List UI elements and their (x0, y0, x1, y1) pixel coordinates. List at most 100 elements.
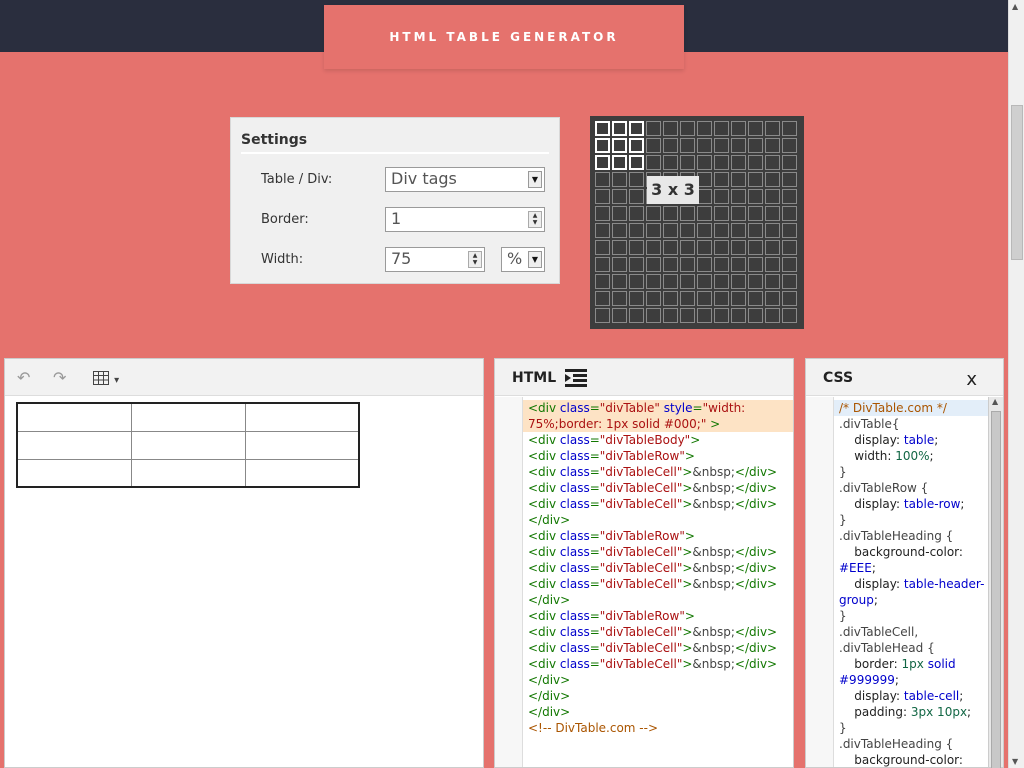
table-cell[interactable] (130, 402, 246, 432)
css-code-line[interactable]: 13.divTableCell, .divTableHead { (834, 624, 988, 656)
grid-cell[interactable] (765, 138, 780, 153)
grid-cell[interactable] (663, 274, 678, 289)
grid-cell[interactable] (765, 155, 780, 170)
grid-cell[interactable] (595, 138, 610, 153)
grid-cell[interactable] (748, 206, 763, 221)
grid-cell[interactable] (629, 121, 644, 136)
grid-cells[interactable] (595, 121, 799, 325)
css-code-line[interactable]: 15 display: table-cell; (834, 688, 988, 704)
grid-cell[interactable] (782, 206, 797, 221)
grid-cell[interactable] (680, 138, 695, 153)
table-cell[interactable] (244, 402, 360, 432)
grid-cell[interactable] (714, 223, 729, 238)
css-code-line[interactable]: 18.divTableHeading { (834, 736, 988, 752)
html-code-line[interactable]: 10<div class="divTableCell">&nbsp;</div> (523, 560, 793, 576)
grid-cell[interactable] (697, 138, 712, 153)
html-code-line[interactable]: 12</div> (523, 592, 793, 608)
grid-cell[interactable] (731, 240, 746, 255)
grid-cell[interactable] (731, 308, 746, 323)
grid-cell[interactable] (680, 240, 695, 255)
css-code-line[interactable]: 3 display: table; (834, 432, 988, 448)
html-code-line[interactable]: 5<div class="divTableCell">&nbsp;</div> (523, 480, 793, 496)
grid-cell[interactable] (680, 121, 695, 136)
html-code-line[interactable]: 17</div> (523, 672, 793, 688)
grid-cell[interactable] (629, 189, 644, 204)
grid-cell[interactable] (663, 291, 678, 306)
table-menu-button[interactable]: ▾ (93, 368, 119, 387)
grid-cell[interactable] (697, 121, 712, 136)
grid-cell[interactable] (765, 189, 780, 204)
css-scrollbar[interactable]: ▲ (988, 397, 1003, 768)
grid-cell[interactable] (697, 257, 712, 272)
grid-cell[interactable] (748, 223, 763, 238)
grid-cell[interactable] (663, 240, 678, 255)
grid-cell[interactable] (748, 274, 763, 289)
grid-cell[interactable] (663, 257, 678, 272)
html-code-line[interactable]: 1<div class="divTable" style="width: 75%… (523, 400, 793, 432)
grid-cell[interactable] (731, 223, 746, 238)
scroll-down-arrow-icon[interactable]: ▼ (1012, 757, 1018, 766)
html-code-line[interactable]: 13<div class="divTableRow"> (523, 608, 793, 624)
css-code-line[interactable]: 7 display: table-row; (834, 496, 988, 512)
grid-cell[interactable] (595, 223, 610, 238)
grid-cell[interactable] (765, 206, 780, 221)
table-cell[interactable] (16, 430, 132, 460)
html-code-line[interactable]: 18</div> (523, 688, 793, 704)
grid-cell[interactable] (629, 206, 644, 221)
grid-cell[interactable] (782, 257, 797, 272)
grid-cell[interactable] (595, 308, 610, 323)
page-scrollbar[interactable]: ▲ ▼ (1008, 0, 1024, 768)
redo-icon[interactable]: ↷ (53, 368, 66, 387)
grid-cell[interactable] (646, 274, 661, 289)
grid-cell[interactable] (629, 240, 644, 255)
grid-cell[interactable] (782, 308, 797, 323)
grid-cell[interactable] (782, 172, 797, 187)
grid-cell[interactable] (595, 257, 610, 272)
html-code-line[interactable]: 8<div class="divTableRow"> (523, 528, 793, 544)
grid-cell[interactable] (765, 172, 780, 187)
grid-cell[interactable] (646, 121, 661, 136)
grid-cell[interactable] (782, 155, 797, 170)
html-code-line[interactable]: 15<div class="divTableCell">&nbsp;</div> (523, 640, 793, 656)
grid-cell[interactable] (646, 291, 661, 306)
grid-cell[interactable] (680, 257, 695, 272)
grid-cell[interactable] (782, 223, 797, 238)
grid-cell[interactable] (765, 291, 780, 306)
grid-cell[interactable] (782, 189, 797, 204)
grid-cell[interactable] (782, 240, 797, 255)
css-scroll-thumb[interactable] (991, 411, 1001, 768)
grid-cell[interactable] (680, 308, 695, 323)
grid-cell[interactable] (612, 274, 627, 289)
grid-cell[interactable] (731, 274, 746, 289)
grid-cell[interactable] (680, 274, 695, 289)
grid-cell[interactable] (782, 291, 797, 306)
grid-cell[interactable] (629, 308, 644, 323)
css-code-line[interactable]: 8} (834, 512, 988, 528)
grid-cell[interactable] (714, 189, 729, 204)
css-code-line[interactable]: 19 background-color: (834, 752, 988, 767)
grid-cell[interactable] (697, 274, 712, 289)
grid-cell[interactable] (646, 240, 661, 255)
preview-table[interactable] (16, 402, 360, 488)
scroll-up-arrow-icon[interactable]: ▲ (992, 397, 998, 406)
chevron-down-icon[interactable]: ▼ (528, 171, 542, 188)
grid-cell[interactable] (595, 172, 610, 187)
grid-cell[interactable] (748, 155, 763, 170)
grid-cell[interactable] (748, 189, 763, 204)
html-code-editor[interactable]: 1<div class="divTable" style="width: 75%… (523, 400, 793, 767)
table-cell[interactable] (130, 430, 246, 460)
grid-cell[interactable] (646, 138, 661, 153)
grid-cell[interactable] (697, 206, 712, 221)
table-size-grid-picker[interactable]: 3 x 3 (590, 116, 804, 329)
grid-cell[interactable] (646, 257, 661, 272)
grid-cell[interactable] (612, 189, 627, 204)
grid-cell[interactable] (748, 291, 763, 306)
grid-cell[interactable] (697, 155, 712, 170)
grid-cell[interactable] (612, 172, 627, 187)
html-code-line[interactable]: 19</div> (523, 704, 793, 720)
width-unit-select[interactable]: % ▼ (501, 247, 545, 272)
html-code-line[interactable]: 6<div class="divTableCell">&nbsp;</div> (523, 496, 793, 512)
table-cell[interactable] (244, 430, 360, 460)
grid-cell[interactable] (629, 291, 644, 306)
grid-cell[interactable] (612, 223, 627, 238)
